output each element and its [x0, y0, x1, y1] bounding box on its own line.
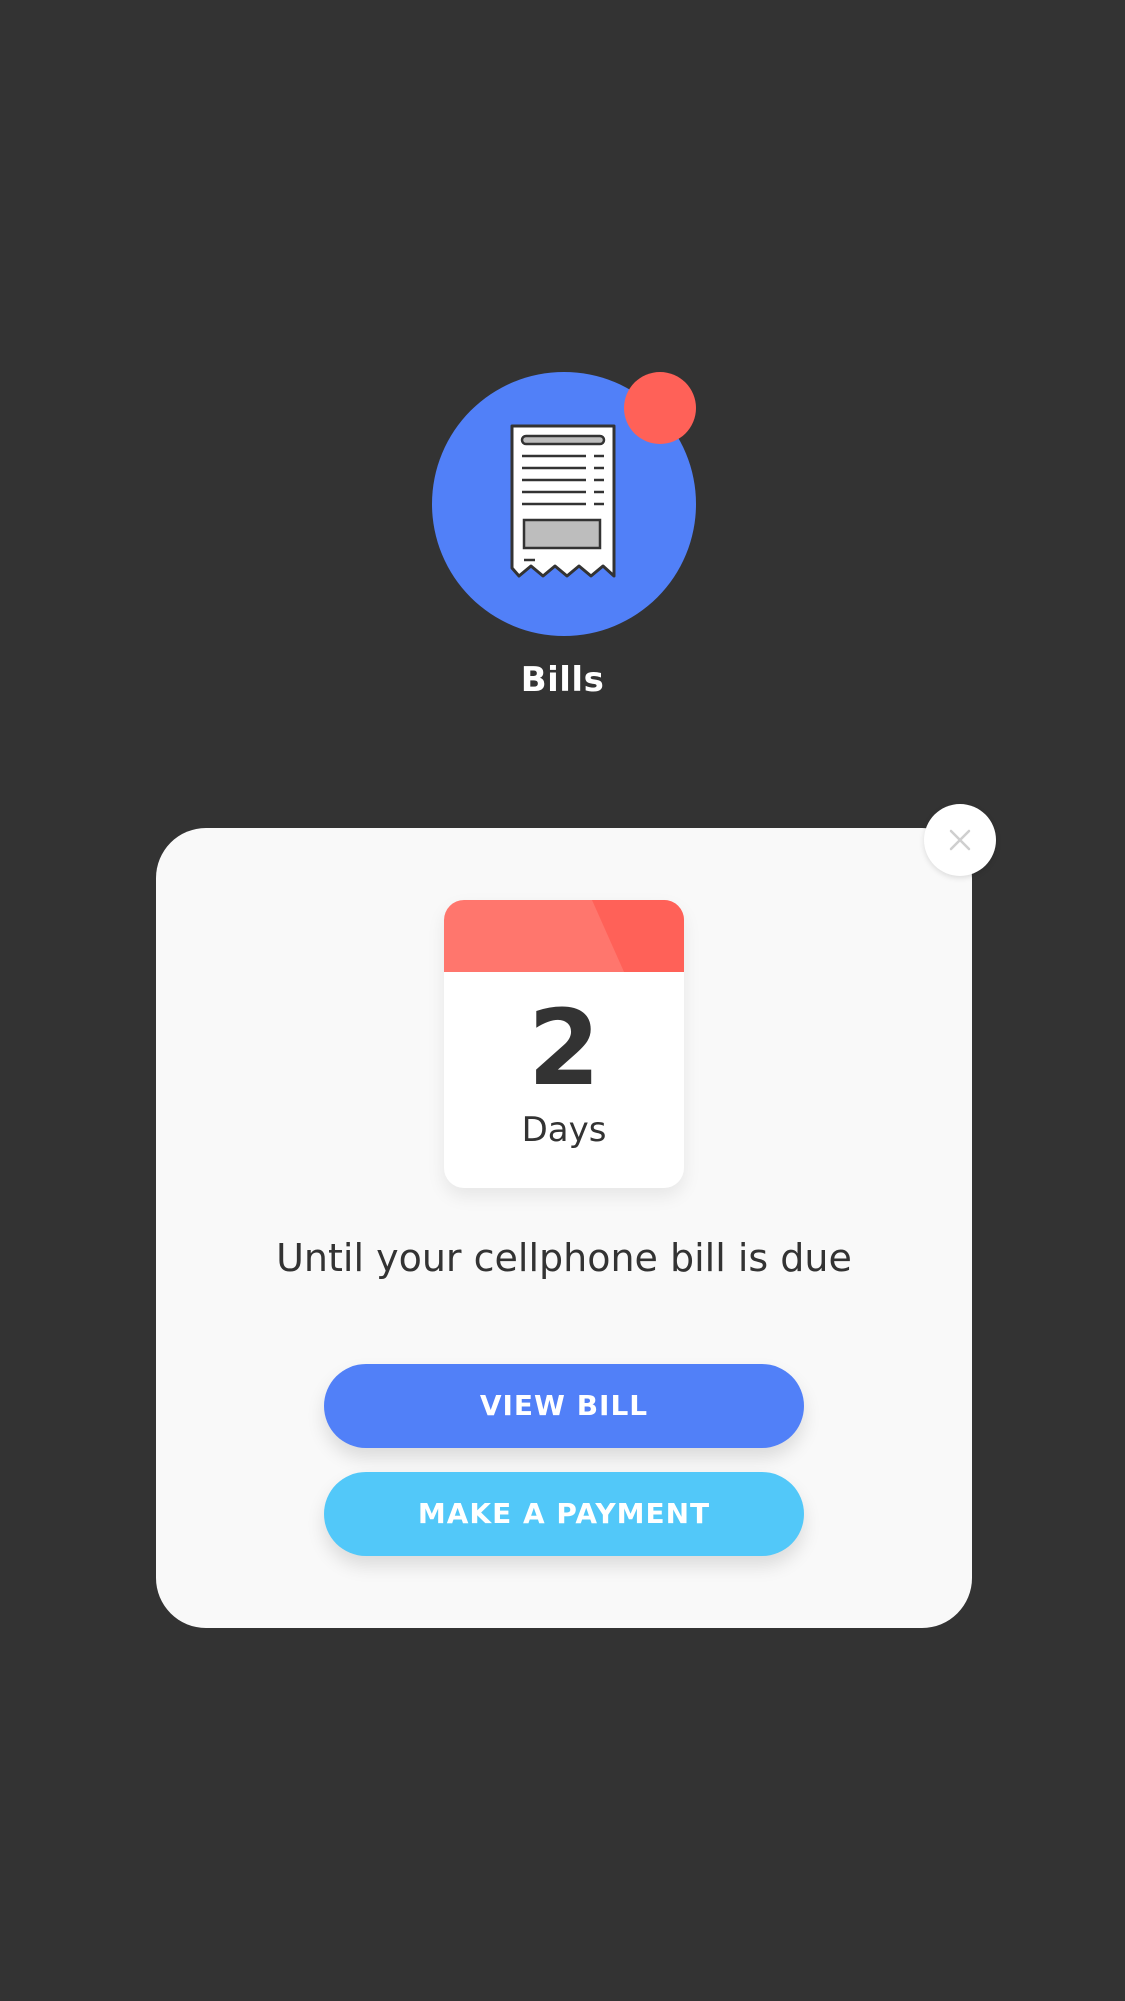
days-count: 2: [527, 987, 601, 1109]
days-label: Days: [521, 1110, 607, 1150]
calendar-header-fold: [592, 900, 684, 972]
notification-badge: [624, 372, 696, 444]
view-bill-button[interactable]: VIEW BILL: [324, 1364, 804, 1448]
close-icon: [949, 829, 971, 851]
calendar-header: [444, 900, 684, 972]
receipt-icon: [510, 424, 616, 578]
due-message: Until your cellphone bill is due: [276, 1236, 852, 1280]
app-label: Bills: [520, 660, 605, 700]
close-button[interactable]: [924, 804, 996, 876]
make-payment-button[interactable]: MAKE A PAYMENT: [324, 1472, 804, 1556]
calendar-icon: 2 Days: [444, 900, 684, 1188]
